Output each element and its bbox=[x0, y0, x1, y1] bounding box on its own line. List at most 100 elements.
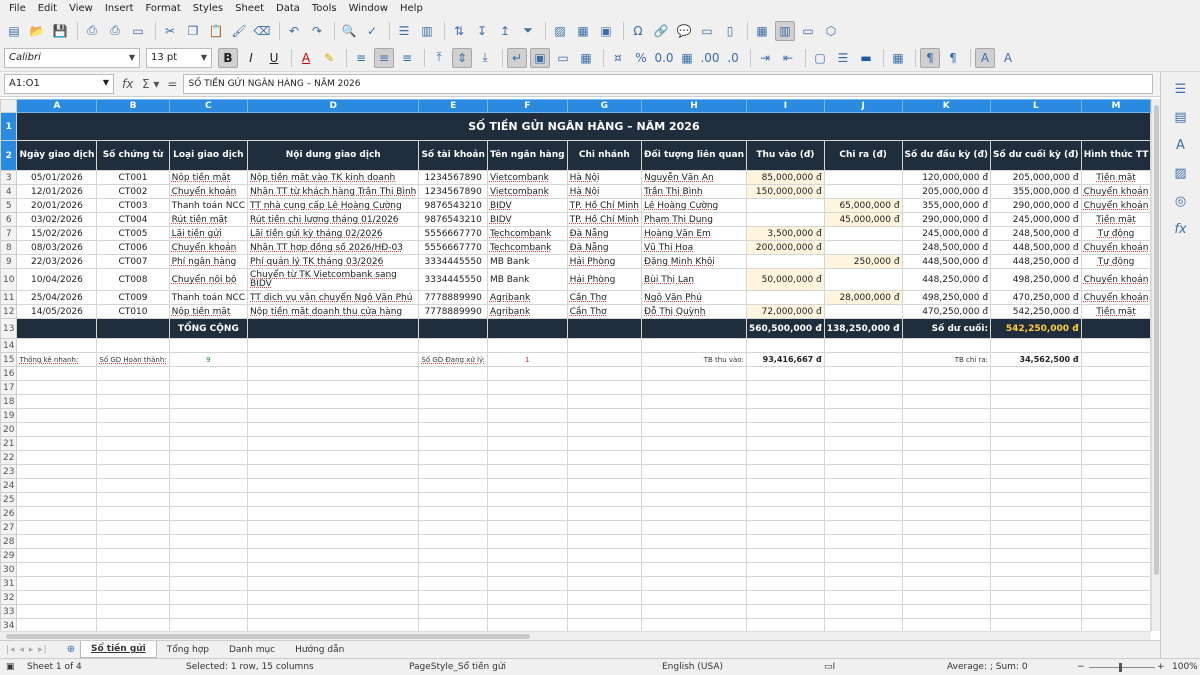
cell-date[interactable]: 15/02/2026 bbox=[16, 226, 98, 241]
cell[interactable] bbox=[990, 618, 1082, 631]
left-to-right-icon[interactable]: ¶ bbox=[920, 47, 940, 68]
hyperlink-icon[interactable]: 🔗 bbox=[651, 21, 671, 41]
navigator-icon[interactable]: ◎ bbox=[1170, 190, 1192, 212]
cell[interactable] bbox=[566, 590, 643, 605]
decimal-format-icon[interactable]: 0.0 bbox=[654, 48, 674, 68]
cell[interactable] bbox=[247, 506, 420, 521]
row-header[interactable]: 23 bbox=[0, 464, 18, 479]
special-character-icon[interactable]: Ω bbox=[628, 21, 648, 41]
total-in[interactable]: 560,500,000 đ bbox=[745, 318, 825, 339]
cell[interactable] bbox=[901, 562, 992, 577]
cell-open[interactable]: 448,250,000 đ bbox=[901, 268, 992, 291]
cell-date[interactable]: 08/03/2026 bbox=[16, 240, 98, 255]
cell-branch[interactable]: Hà Nội bbox=[566, 184, 643, 199]
cell[interactable] bbox=[641, 464, 747, 479]
cell[interactable] bbox=[16, 604, 98, 619]
cell[interactable] bbox=[745, 604, 825, 619]
cell[interactable] bbox=[168, 618, 249, 631]
cell-desc[interactable]: Chuyển từ TK Vietcombank sang BIDV bbox=[247, 268, 420, 291]
border-color-icon[interactable]: ▬ bbox=[856, 48, 876, 68]
cell[interactable] bbox=[96, 576, 170, 591]
cell-date[interactable]: 10/04/2026 bbox=[16, 268, 98, 291]
cell-acct[interactable]: 9876543210 bbox=[418, 198, 488, 213]
cell[interactable] bbox=[168, 562, 249, 577]
menu-item-window[interactable]: Window bbox=[343, 0, 394, 17]
cell-close[interactable]: 205,000,000 đ bbox=[990, 170, 1082, 185]
cell[interactable] bbox=[901, 450, 992, 465]
tab-so-tien-gui[interactable]: Sổ tiền gửi bbox=[80, 641, 157, 658]
column-header[interactable]: K bbox=[901, 99, 992, 113]
menu-item-help[interactable]: Help bbox=[394, 0, 429, 17]
cell-out[interactable]: 65,000,000 đ bbox=[823, 198, 903, 213]
cell-desc[interactable]: Nhận TT hợp đồng số 2026/HĐ-03 bbox=[247, 240, 420, 255]
find-replace-icon[interactable]: 🔍 bbox=[339, 21, 359, 41]
cell-method[interactable]: Chuyển khoản bbox=[1080, 268, 1151, 291]
cell[interactable] bbox=[990, 534, 1082, 549]
cell-party[interactable]: Lê Hoàng Cường bbox=[641, 198, 747, 213]
cell-close[interactable]: 290,000,000 đ bbox=[990, 198, 1082, 213]
cell[interactable] bbox=[745, 450, 825, 465]
new-icon[interactable]: ▤ bbox=[4, 21, 24, 41]
total-label[interactable]: TỔNG CỘNG bbox=[168, 318, 249, 339]
pending-label[interactable]: Số GD Đang xử lý: bbox=[418, 352, 488, 367]
vertical-scrollbar[interactable] bbox=[1151, 99, 1160, 631]
cell[interactable] bbox=[990, 394, 1082, 409]
column-title[interactable]: Số tài khoản bbox=[418, 140, 488, 171]
cell[interactable] bbox=[486, 436, 568, 451]
cell[interactable] bbox=[990, 422, 1082, 437]
paste-icon[interactable]: 📋 bbox=[206, 21, 226, 41]
cell[interactable] bbox=[1080, 464, 1151, 479]
redo-icon[interactable]: ↷ bbox=[307, 21, 327, 41]
cell-branch[interactable]: TP. Hồ Chí Minh bbox=[566, 212, 643, 227]
zoom-slider[interactable] bbox=[1089, 667, 1155, 668]
cell-open[interactable]: 290,000,000 đ bbox=[901, 212, 992, 227]
row-header[interactable]: 24 bbox=[0, 478, 18, 493]
total-out[interactable]: 138,250,000 đ bbox=[823, 318, 903, 339]
row-header[interactable]: 30 bbox=[0, 562, 18, 577]
row-header[interactable]: 12 bbox=[0, 304, 18, 319]
cell[interactable] bbox=[96, 590, 170, 605]
cell[interactable] bbox=[16, 590, 98, 605]
cell[interactable] bbox=[418, 534, 488, 549]
cell[interactable] bbox=[16, 380, 98, 395]
cell-bank[interactable]: Vietcombank bbox=[486, 170, 568, 185]
cell[interactable] bbox=[901, 338, 992, 353]
split-window-icon[interactable]: ▥ bbox=[775, 20, 795, 41]
cell-acct[interactable]: 3334445550 bbox=[418, 254, 488, 269]
cell-doc[interactable]: CT005 bbox=[96, 226, 170, 241]
cell[interactable] bbox=[247, 352, 420, 367]
cell[interactable] bbox=[901, 422, 992, 437]
cell[interactable] bbox=[901, 478, 992, 493]
cell-desc[interactable]: Nộp tiền mặt vào TK kinh doanh bbox=[247, 170, 420, 185]
row-header[interactable]: 28 bbox=[0, 534, 18, 549]
cell-party[interactable]: Ngô Văn Phú bbox=[641, 290, 747, 305]
cell-acct[interactable]: 5556667770 bbox=[418, 226, 488, 241]
cell-branch[interactable]: Hà Nội bbox=[566, 170, 643, 185]
pivot-table-icon[interactable]: ▣ bbox=[596, 21, 616, 41]
row-header[interactable]: 31 bbox=[0, 576, 18, 591]
cell[interactable] bbox=[566, 366, 643, 381]
cell[interactable] bbox=[16, 520, 98, 535]
cell-party[interactable]: Vũ Thị Hoa bbox=[641, 240, 747, 255]
row-header[interactable]: 26 bbox=[0, 506, 18, 521]
cell[interactable] bbox=[990, 576, 1082, 591]
cell[interactable] bbox=[168, 548, 249, 563]
cell[interactable] bbox=[16, 422, 98, 437]
cell[interactable] bbox=[901, 520, 992, 535]
tab-danh-muc[interactable]: Danh mục bbox=[219, 642, 285, 658]
cell[interactable] bbox=[990, 562, 1082, 577]
cell-open[interactable]: 448,500,000 đ bbox=[901, 254, 992, 269]
cell[interactable] bbox=[247, 422, 420, 437]
row-header[interactable]: 1 bbox=[0, 112, 18, 141]
cell[interactable] bbox=[486, 408, 568, 423]
cell[interactable] bbox=[168, 408, 249, 423]
total-cell[interactable] bbox=[486, 318, 568, 339]
column-title[interactable]: Ngày giao dịch bbox=[16, 140, 98, 171]
column-title[interactable]: Đối tượng liên quan bbox=[641, 140, 747, 171]
cell[interactable] bbox=[901, 618, 992, 631]
cell-method[interactable]: Tiền mặt bbox=[1080, 304, 1151, 319]
cell-doc[interactable]: CT001 bbox=[96, 170, 170, 185]
cell[interactable] bbox=[247, 548, 420, 563]
column-title[interactable]: Nội dung giao dịch bbox=[247, 140, 420, 171]
cell[interactable] bbox=[168, 380, 249, 395]
